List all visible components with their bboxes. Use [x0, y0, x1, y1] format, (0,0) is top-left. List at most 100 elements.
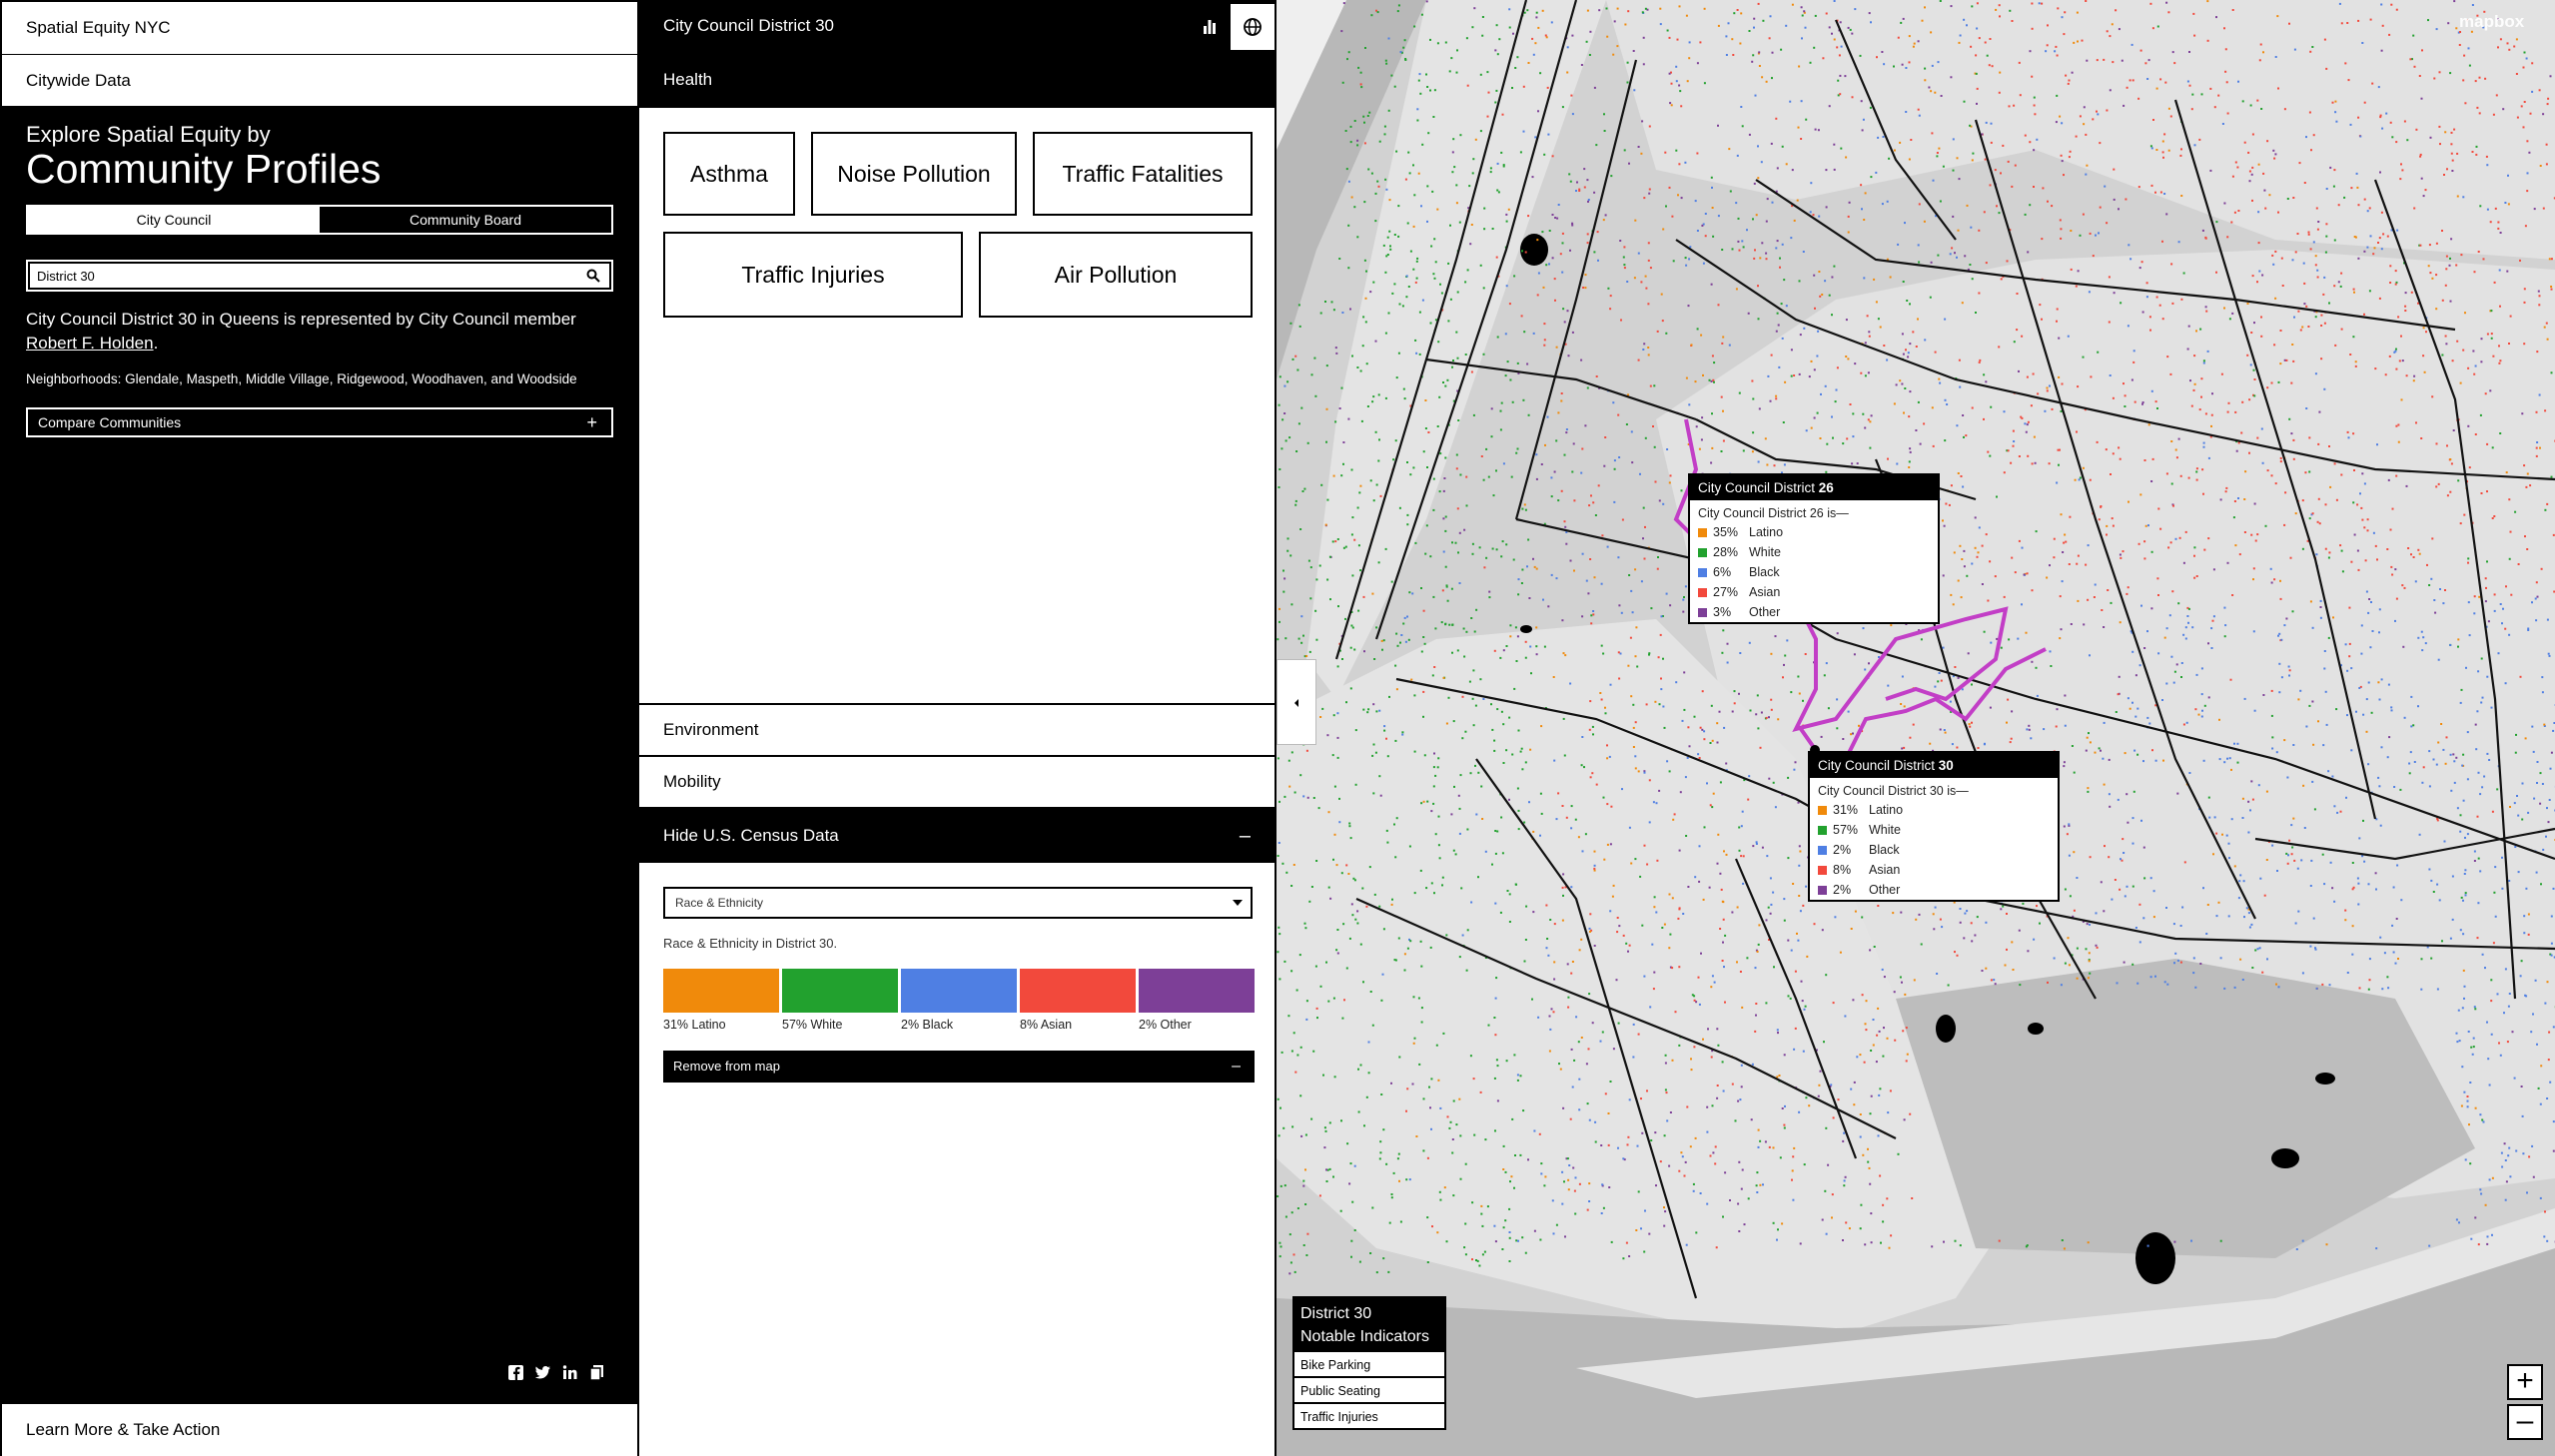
compare-communities-button[interactable]: Compare Communities + — [26, 407, 613, 437]
race-swatch — [663, 969, 779, 1013]
tooltip-title: City Council District 26 — [1690, 475, 1938, 500]
indicator-asthma[interactable]: Asthma — [663, 132, 795, 216]
panel-title: City Council District 30 — [663, 16, 834, 35]
tooltip-pct: 2% — [1833, 843, 1852, 857]
tooltip-pct: 27% — [1713, 585, 1739, 599]
zoom-in-button[interactable]: + — [2507, 1364, 2543, 1400]
toggle-community-board[interactable]: Community Board — [320, 207, 611, 233]
notable-bike-parking[interactable]: Bike Parking — [1294, 1350, 1444, 1376]
notable-title-line-1: District 30 — [1300, 1305, 1372, 1322]
tooltip-pct: 57% — [1833, 823, 1859, 837]
legend-swatch — [1818, 885, 1827, 895]
explore-subtitle: Explore Spatial Equity by — [26, 122, 271, 147]
category-mobility[interactable]: Mobility — [639, 755, 1275, 807]
linkedin-icon[interactable] — [561, 1364, 578, 1381]
district-search-input[interactable]: District 30 — [26, 260, 613, 292]
indicator-air-pollution[interactable]: Air Pollution — [979, 232, 1253, 318]
race-bar: 31% Latino — [663, 969, 779, 1032]
category-health[interactable]: Health — [663, 70, 712, 90]
tooltip-pct: 3% — [1713, 605, 1732, 619]
category-environment[interactable]: Environment — [639, 703, 1275, 755]
copy-link-icon[interactable] — [588, 1364, 605, 1381]
zoom-out-button[interactable]: – — [2507, 1404, 2543, 1440]
tooltip-label: Asian — [1869, 863, 1901, 877]
tooltip-title-number: 26 — [1818, 480, 1834, 495]
minus-icon: – — [1239, 825, 1251, 847]
tooltip-rows: 35% Latino 28% White 6% Black 27% Asian 3% Other — [1690, 522, 1938, 622]
indicator-panel: City Council District 30 Health Asthma N… — [637, 0, 1277, 1456]
tooltip-label: Black — [1869, 843, 1900, 857]
race-bar: 8% Asian — [1020, 969, 1136, 1032]
notable-indicators-title: District 30 Notable Indicators — [1294, 1298, 1444, 1350]
tooltip-label: White — [1869, 823, 1901, 837]
tooltip-label: White — [1749, 545, 1781, 559]
search-icon[interactable] — [586, 269, 600, 283]
race-bar: 2% Other — [1139, 969, 1255, 1032]
race-label: 2% Other — [1139, 1018, 1192, 1032]
tooltip-pct: 31% — [1833, 803, 1859, 817]
tooltip-pct: 6% — [1713, 565, 1732, 579]
bar-chart-icon[interactable] — [1191, 10, 1229, 46]
tooltip-row: 31% Latino — [1810, 800, 2058, 820]
tooltip-label: Black — [1749, 565, 1780, 579]
water-jamaica-bay — [1896, 959, 2475, 1258]
race-label: 31% Latino — [663, 1018, 726, 1032]
tooltip-subtitle: City Council District 26 is— — [1698, 506, 1849, 520]
tooltip-label: Latino — [1749, 525, 1784, 539]
tooltip-title-prefix: City Council District — [1818, 758, 1939, 773]
census-dataset-select[interactable]: Race & Ethnicity — [663, 887, 1253, 919]
legend-swatch — [1698, 567, 1707, 577]
page-title: Community Profiles — [26, 146, 382, 192]
select-value: Race & Ethnicity — [675, 896, 764, 910]
indicator-noise-pollution[interactable]: Noise Pollution — [811, 132, 1017, 216]
plus-icon: + — [586, 412, 597, 432]
toggle-city-council[interactable]: City Council — [28, 207, 320, 233]
globe-icon[interactable] — [1231, 4, 1275, 50]
indicator-traffic-fatalities[interactable]: Traffic Fatalities — [1033, 132, 1253, 216]
tooltip-subtitle: City Council District 30 is— — [1818, 784, 1969, 798]
remove-from-map-button[interactable]: Remove from map – — [663, 1051, 1255, 1083]
geography-toggle: City Council Community Board — [26, 205, 613, 235]
twitter-icon[interactable] — [534, 1364, 551, 1381]
tooltip-label: Other — [1869, 883, 1901, 897]
legend-swatch — [1818, 805, 1827, 815]
notable-indicators-box: District 30 Notable Indicators Bike Park… — [1292, 1296, 1446, 1430]
tooltip-pct: 2% — [1833, 883, 1852, 897]
tooltip-pct: 8% — [1833, 863, 1852, 877]
tooltip-rows: 31% Latino 57% White 2% Black 8% Asian 2% Other — [1810, 800, 2058, 900]
census-toggle-label: Hide U.S. Census Data — [663, 826, 839, 845]
panel-collapse-button[interactable] — [1277, 659, 1316, 745]
notable-public-seating[interactable]: Public Seating — [1294, 1376, 1444, 1402]
race-bar: 57% White — [782, 969, 898, 1032]
tooltip-row: 27% Asian — [1690, 582, 1938, 602]
mapbox-logo: mapbox — [2459, 12, 2525, 31]
tooltip-label: Asian — [1749, 585, 1781, 599]
land-bronx — [1606, 0, 2555, 260]
citywide-data-link[interactable]: Citywide Data — [2, 54, 637, 106]
social-links — [507, 1364, 605, 1381]
site-title-link[interactable]: Spatial Equity NYC — [2, 2, 637, 54]
tooltip-pct: 28% — [1713, 545, 1739, 559]
map-basemap — [1277, 0, 2555, 1456]
legend-swatch — [1818, 845, 1827, 855]
tooltip-row: 6% Black — [1690, 562, 1938, 582]
learn-more-link[interactable]: Learn More & Take Action — [2, 1404, 637, 1456]
race-label: 2% Black — [901, 1018, 954, 1032]
race-caption: Race & Ethnicity in District 30. — [663, 936, 838, 951]
race-bar: 2% Black — [901, 969, 1017, 1032]
race-label: 57% White — [782, 1018, 843, 1032]
search-value: District 30 — [37, 269, 95, 284]
tooltip-title-prefix: City Council District — [1698, 480, 1819, 495]
indicator-traffic-injuries[interactable]: Traffic Injuries — [663, 232, 963, 318]
race-breakdown: 31% Latino 57% White 2% Black 8% Asian 2% Ot… — [663, 969, 1255, 1032]
census-toggle-button[interactable]: Hide U.S. Census Data – — [639, 807, 1275, 863]
remove-label: Remove from map — [673, 1059, 780, 1074]
facebook-icon[interactable] — [507, 1364, 524, 1381]
council-member-link[interactable]: Robert F. Holden — [26, 334, 154, 353]
tooltip-row: 28% White — [1690, 542, 1938, 562]
map-canvas[interactable]: mapbox City Council District 26 City Cou… — [1277, 0, 2555, 1456]
notable-title-line-2: Notable Indicators — [1300, 1328, 1429, 1345]
description-period: . — [153, 334, 159, 353]
notable-traffic-injuries[interactable]: Traffic Injuries — [1294, 1402, 1444, 1428]
race-swatch — [782, 969, 898, 1013]
